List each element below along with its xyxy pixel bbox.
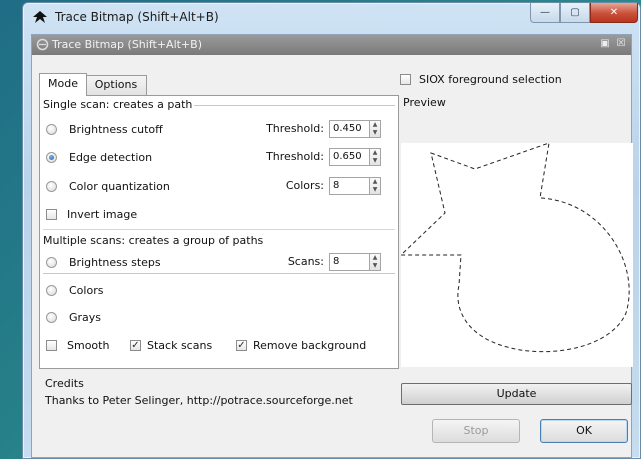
siox-option[interactable]: SIOX foreground selection (400, 71, 562, 87)
multiple-scans-heading: Multiple scans: creates a group of paths (43, 234, 266, 247)
inkscape-app-icon (33, 11, 47, 23)
edge-threshold-spinner[interactable]: 0.650 ▲ ▼ (329, 148, 381, 166)
stack-scans-option[interactable]: ✓ Stack scans (130, 336, 212, 354)
smooth-label: Smooth (67, 338, 110, 352)
caption-buttons: — ▢ ✕ (530, 3, 638, 23)
brightness-steps-radio[interactable] (46, 256, 57, 268)
scans-count-input[interactable]: 8 (329, 253, 370, 271)
spin-down-icon[interactable]: ▼ (370, 157, 380, 165)
spin-up-icon[interactable]: ▲ (370, 254, 380, 262)
brightness-cutoff-option[interactable]: Brightness cutoff (46, 120, 163, 138)
edge-detection-option[interactable]: Edge detection (46, 148, 152, 166)
spinner-arrows[interactable]: ▲ ▼ (370, 177, 381, 195)
colors-count-input[interactable]: 8 (329, 177, 370, 195)
smooth-checkbox[interactable] (46, 339, 57, 351)
scans-count-spinner[interactable]: 8 ▲ ▼ (329, 253, 381, 271)
group-divider (43, 273, 395, 274)
spinner-arrows[interactable]: ▲ ▼ (370, 148, 381, 166)
remove-background-label: Remove background (253, 338, 367, 352)
dock-close-icon[interactable]: ☒ (615, 38, 627, 50)
brightness-threshold-input[interactable]: 0.450 (329, 120, 370, 138)
spin-down-icon[interactable]: ▼ (370, 129, 380, 137)
colors-option[interactable]: Colors (46, 281, 103, 299)
brightness-cutoff-radio[interactable] (46, 123, 57, 135)
color-quantization-option[interactable]: Color quantization (46, 177, 170, 195)
single-scan-heading: Single scan: creates a path (43, 98, 195, 111)
dialog-client-area: Trace Bitmap (Shift+Alt+B) ▣ ☒ Mode Opti… (31, 34, 633, 458)
dock-header[interactable]: Trace Bitmap (Shift+Alt+B) ▣ ☒ (32, 35, 631, 55)
tab-options[interactable]: Options (85, 75, 147, 95)
ok-button[interactable]: OK (540, 419, 628, 443)
edge-detection-radio[interactable] (46, 151, 57, 163)
colors-count-label: Colors: (285, 179, 324, 192)
remove-background-option[interactable]: ✓ Remove background (236, 336, 366, 354)
spin-down-icon[interactable]: ▼ (370, 262, 380, 270)
brightness-cutoff-label: Brightness cutoff (69, 122, 163, 136)
dock-pin-icon[interactable]: ▣ (599, 38, 611, 50)
invert-image-label: Invert image (67, 207, 138, 221)
preview-frame: Preview (399, 96, 633, 377)
credits-text: Thanks to Peter Selinger, http://potrace… (45, 394, 353, 407)
color-quantization-label: Color quantization (69, 179, 170, 193)
color-quantization-radio[interactable] (46, 180, 57, 192)
smooth-option[interactable]: Smooth (46, 336, 109, 354)
grays-label: Grays (69, 310, 102, 324)
siox-checkbox[interactable] (400, 73, 411, 85)
brightness-steps-option[interactable]: Brightness steps (46, 253, 161, 271)
brightness-steps-label: Brightness steps (69, 255, 161, 269)
invert-image-option[interactable]: Invert image (46, 205, 137, 223)
colors-label: Colors (69, 283, 104, 297)
grays-option[interactable]: Grays (46, 308, 101, 326)
colors-radio[interactable] (46, 284, 57, 296)
grays-radio[interactable] (46, 311, 57, 323)
tab-mode[interactable]: Mode (39, 73, 87, 96)
spin-up-icon[interactable]: ▲ (370, 178, 380, 186)
edge-detection-label: Edge detection (69, 150, 153, 164)
maximize-button[interactable]: ▢ (560, 3, 590, 23)
update-preview-button[interactable]: Update (401, 383, 632, 405)
stack-scans-checkbox[interactable]: ✓ (130, 339, 141, 351)
window-title: Trace Bitmap (Shift+Alt+B) (55, 10, 219, 24)
dock-grip-icon (36, 38, 49, 51)
brightness-threshold-spinner[interactable]: 0.450 ▲ ▼ (329, 120, 381, 138)
preview-label: Preview (403, 96, 446, 109)
traced-outline (399, 142, 630, 353)
window-titlebar[interactable]: Trace Bitmap (Shift+Alt+B) — ▢ ✕ (23, 3, 640, 31)
credits-label: Credits (45, 377, 84, 390)
group-separator (43, 229, 395, 230)
edge-threshold-input[interactable]: 0.650 (329, 148, 370, 166)
colors-count-spinner[interactable]: 8 ▲ ▼ (329, 177, 381, 195)
scans-count-label: Scans: (287, 255, 324, 268)
close-window-button[interactable]: ✕ (590, 3, 638, 23)
dock-title: Trace Bitmap (Shift+Alt+B) (52, 38, 202, 51)
stack-scans-label: Stack scans (147, 338, 213, 352)
preview-canvas (399, 142, 633, 367)
mode-tab-panel: Single scan: creates a path Brightness c… (39, 95, 399, 369)
invert-image-checkbox[interactable] (46, 208, 57, 220)
edge-threshold-label: Threshold: (266, 150, 324, 163)
stop-button[interactable]: Stop (432, 419, 520, 443)
minimize-button[interactable]: — (530, 3, 560, 23)
spin-up-icon[interactable]: ▲ (370, 121, 380, 129)
spinner-arrows[interactable]: ▲ ▼ (370, 120, 381, 138)
spinner-arrows[interactable]: ▲ ▼ (370, 253, 381, 271)
trace-bitmap-window: Trace Bitmap (Shift+Alt+B) — ▢ ✕ Trace B… (22, 2, 641, 459)
spin-down-icon[interactable]: ▼ (370, 186, 380, 194)
traced-shape-preview (399, 142, 630, 353)
brightness-threshold-label: Threshold: (266, 122, 324, 135)
siox-label: SIOX foreground selection (419, 72, 562, 86)
spin-up-icon[interactable]: ▲ (370, 149, 380, 157)
remove-background-checkbox[interactable]: ✓ (236, 339, 247, 351)
